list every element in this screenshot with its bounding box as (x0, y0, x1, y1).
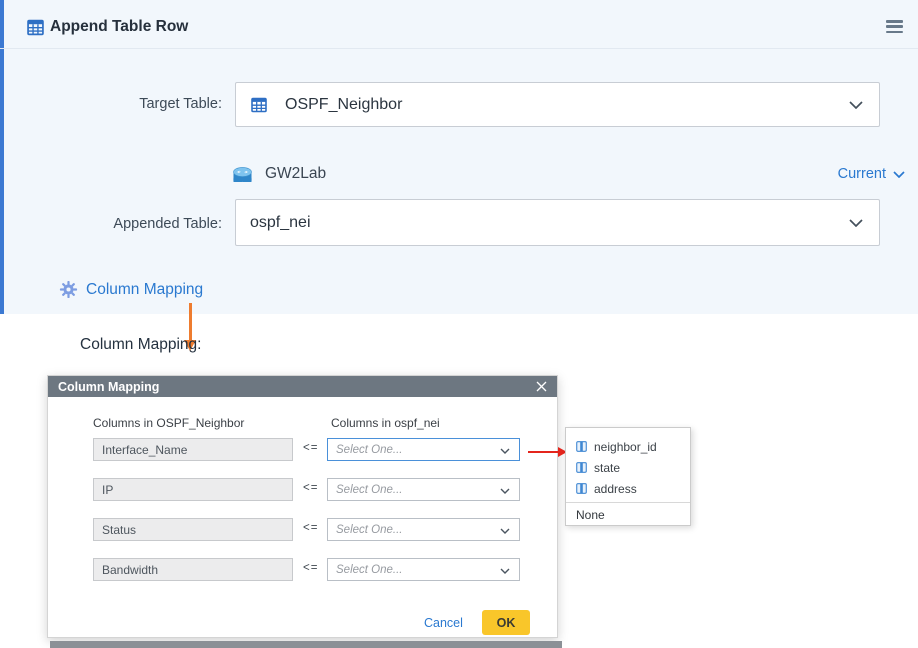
target-column-select[interactable]: Select One... (327, 558, 520, 581)
column-field-icon (576, 462, 587, 473)
column-field-icon (576, 441, 587, 452)
mapping-row: <= Select One... (48, 438, 557, 461)
mapping-row: <= Select One... (48, 518, 557, 541)
target-table-select[interactable]: OSPF_Neighbor (235, 82, 880, 127)
target-column-select[interactable]: Select One... (327, 478, 520, 501)
popup-option[interactable]: neighbor_id (566, 436, 690, 457)
appended-table-select[interactable]: ospf_nei (235, 199, 880, 246)
column-mapping-link-label: Column Mapping (86, 281, 203, 299)
bottom-window-edge (50, 641, 562, 648)
select-placeholder: Select One... (336, 564, 402, 576)
data-source-current-link[interactable]: Current (838, 166, 905, 182)
target-table-label: Target Table: (57, 96, 222, 112)
orange-arrow-annotation (189, 303, 192, 340)
appended-table-value: ospf_nei (250, 214, 311, 232)
mapping-row: <= Select One... (48, 478, 557, 501)
popup-option-label: address (594, 482, 637, 496)
chevron-down-icon (849, 214, 863, 232)
red-arrow-annotation (528, 451, 559, 453)
popup-option-label: state (594, 461, 620, 475)
chevron-down-icon (893, 171, 905, 178)
left-column-header: Columns in OSPF_Neighbor (93, 416, 244, 430)
table-icon (251, 97, 267, 113)
table-icon (27, 19, 44, 41)
right-column-header: Columns in ospf_nei (331, 416, 440, 430)
header-divider (0, 48, 918, 49)
column-options-popup: neighbor_id state address None (565, 427, 691, 526)
column-mapping-dialog: Column Mapping Columns in OSPF_Neighbor … (47, 375, 558, 638)
gear-icon (59, 280, 78, 299)
column-mapping-heading: Column Mapping: (80, 336, 201, 354)
ok-button[interactable]: OK (482, 610, 530, 635)
popup-option-label: neighbor_id (594, 440, 657, 454)
target-column-select[interactable]: Select One... (327, 518, 520, 541)
column-mapping-link[interactable]: Column Mapping (59, 280, 203, 299)
device-row: GW2Lab (232, 165, 326, 183)
device-name: GW2Lab (265, 165, 326, 183)
close-icon[interactable] (536, 381, 547, 392)
source-column-field[interactable] (93, 438, 293, 461)
map-operator: <= (303, 442, 318, 454)
current-label: Current (838, 166, 886, 182)
dialog-title: Column Mapping (58, 380, 159, 394)
select-placeholder: Select One... (336, 484, 402, 496)
map-operator: <= (303, 482, 318, 494)
source-column-field[interactable] (93, 518, 293, 541)
chevron-down-icon (500, 521, 510, 539)
chevron-down-icon (500, 481, 510, 499)
select-placeholder: Select One... (336, 524, 402, 536)
popup-option[interactable]: address (566, 478, 690, 499)
source-column-field[interactable] (93, 478, 293, 501)
target-column-select[interactable]: Select One... (327, 438, 520, 461)
menu-icon[interactable] (886, 20, 904, 34)
popup-option[interactable]: state (566, 457, 690, 478)
appended-table-label: Appended Table: (57, 216, 222, 232)
chevron-down-icon (849, 96, 863, 114)
map-operator: <= (303, 562, 318, 574)
page-title: Append Table Row (50, 18, 188, 36)
cancel-button[interactable]: Cancel (424, 616, 463, 630)
dialog-titlebar[interactable]: Column Mapping (48, 376, 557, 397)
chevron-down-icon (500, 561, 510, 579)
mapping-row: <= Select One... (48, 558, 557, 581)
map-operator: <= (303, 522, 318, 534)
popup-option-none[interactable]: None (566, 503, 690, 526)
source-column-field[interactable] (93, 558, 293, 581)
target-table-value: OSPF_Neighbor (285, 96, 402, 114)
select-placeholder: Select One... (336, 444, 402, 456)
chevron-down-icon (500, 441, 510, 459)
router-icon (232, 166, 253, 182)
column-field-icon (576, 483, 587, 494)
